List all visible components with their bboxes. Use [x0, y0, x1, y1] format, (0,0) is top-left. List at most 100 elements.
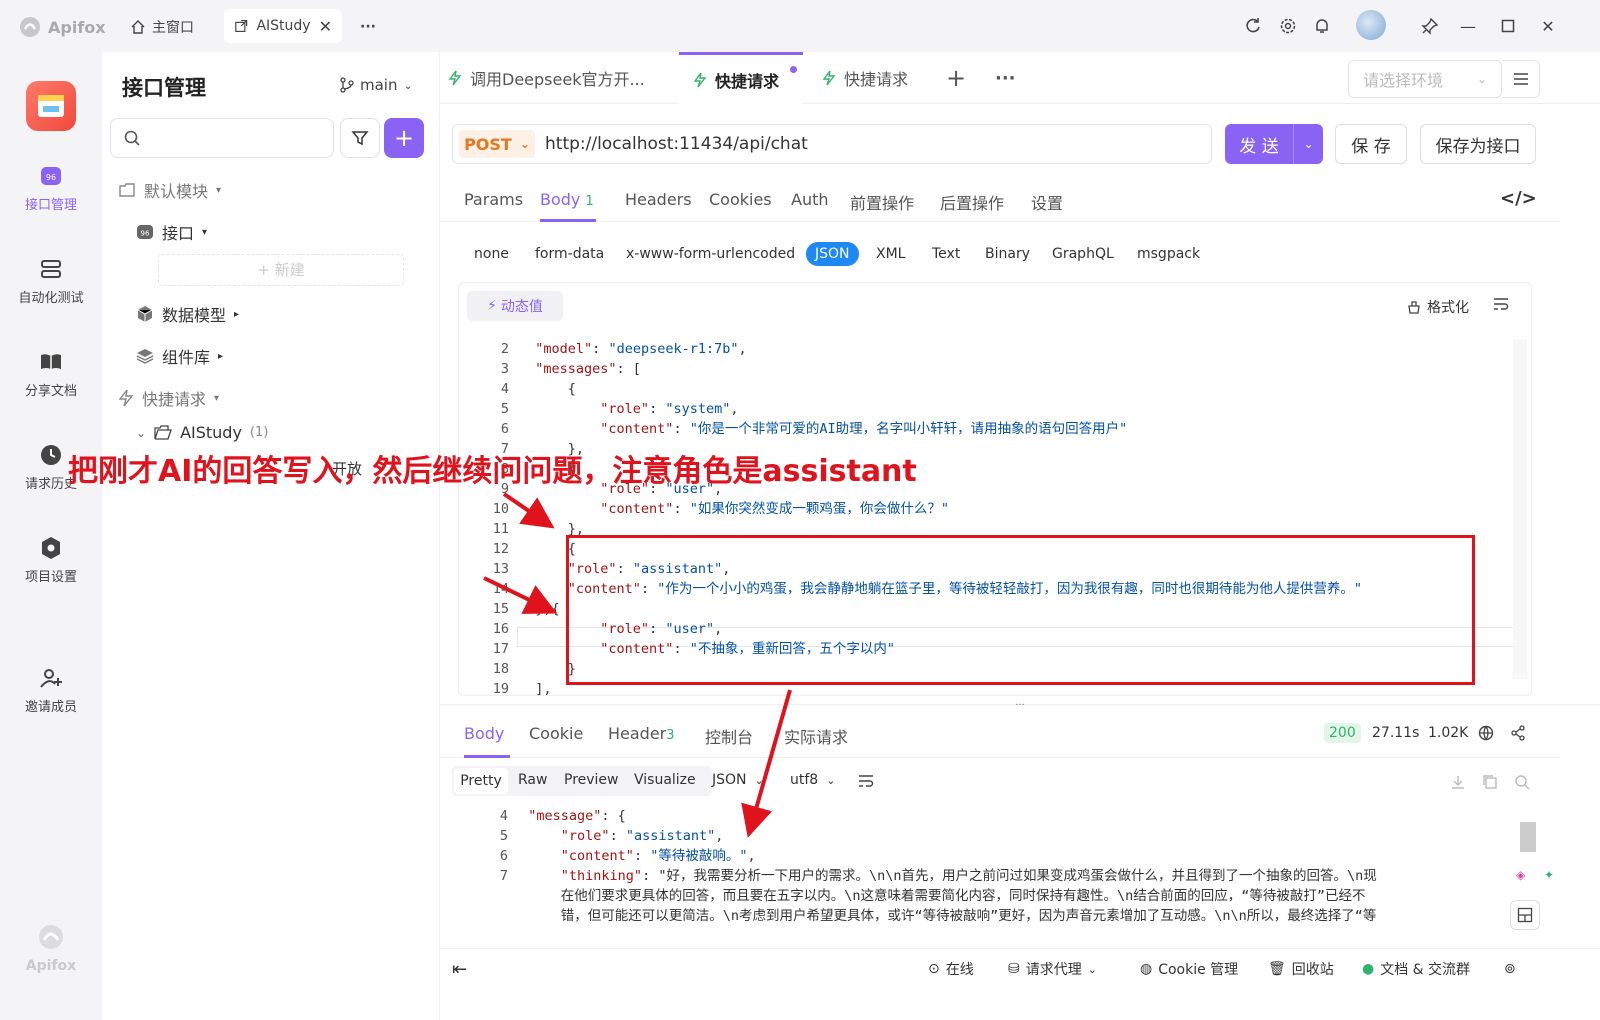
nav-project-settings[interactable]: 项目设置: [0, 536, 102, 585]
tab-deepseek[interactable]: 调用Deepseek官方开...: [448, 52, 645, 104]
maximize-icon[interactable]: [1496, 14, 1520, 38]
environment-select[interactable]: 请选择环境 ⌄: [1348, 60, 1502, 98]
view-raw[interactable]: Raw: [518, 772, 547, 788]
tree-quick-request[interactable]: 快捷请求 ▾: [118, 386, 219, 410]
nav-api-management[interactable]: 96 接口管理: [0, 164, 102, 213]
response-scrollbar[interactable]: [1520, 822, 1536, 852]
send-button[interactable]: 发 送 ⌄: [1225, 124, 1323, 164]
project-tab[interactable]: AIStudy ✕: [224, 9, 342, 43]
code-view-icon[interactable]: </>: [1500, 188, 1537, 209]
main-area: 调用Deepseek官方开... 快捷请求 快捷请求 + ··· 请选择环境 ⌄…: [440, 52, 1600, 1020]
response-tab-actual-request[interactable]: 实际请求: [784, 724, 848, 748]
tab-post-operations[interactable]: 后置操作: [940, 190, 1004, 214]
gear-icon[interactable]: [1276, 14, 1300, 38]
tab-pre-operations[interactable]: 前置操作: [850, 190, 914, 214]
pin-icon[interactable]: [1418, 14, 1442, 38]
body-type-graphql[interactable]: GraphQL: [1052, 246, 1114, 262]
send-dropdown-icon[interactable]: ⌄: [1293, 124, 1323, 164]
body-count-badge: 1: [585, 194, 594, 209]
response-tab-console[interactable]: 控制台: [705, 724, 753, 748]
tree-folder-aistudy[interactable]: ⌄ AIStudy (1): [136, 423, 268, 442]
body-type-text[interactable]: Text: [932, 246, 960, 262]
new-item-button[interactable]: + 新建: [158, 254, 404, 286]
editor-scrollbar[interactable]: [1513, 339, 1527, 679]
share-icon[interactable]: [1510, 725, 1526, 745]
collapse-sidebar-icon[interactable]: ⇤: [452, 949, 467, 989]
panel-splitter[interactable]: ···: [440, 701, 1600, 711]
menu-button[interactable]: [1502, 60, 1540, 98]
body-type-form-data[interactable]: form-data: [535, 246, 604, 262]
online-status[interactable]: ⊙ 在线: [928, 949, 974, 989]
line-text: "thinking": "好，我需要分析一下用户的需求。\n\n首先，用户之前问…: [560, 868, 1377, 884]
dynamic-value-button[interactable]: ⚡ 动态值: [467, 291, 563, 321]
view-pretty[interactable]: Pretty: [454, 768, 508, 794]
add-button[interactable]: +: [384, 118, 424, 158]
response-code[interactable]: 4 "message": { 5 "role": "assistant", 6 …: [458, 806, 1518, 926]
tab-auth[interactable]: Auth: [791, 190, 829, 209]
home-window-tab[interactable]: 主窗口: [130, 12, 194, 42]
body-type-none[interactable]: none: [474, 246, 509, 262]
view-preview[interactable]: Preview: [564, 772, 619, 788]
globe-icon[interactable]: [1478, 725, 1494, 745]
nav-share-docs[interactable]: 分享文档: [0, 350, 102, 399]
tree-components[interactable]: 组件库 ▸: [136, 344, 223, 368]
line-number: 7: [499, 868, 508, 884]
project-icon[interactable]: [26, 81, 76, 131]
refresh-icon[interactable]: [1241, 14, 1265, 38]
method-select[interactable]: POST ⌄: [459, 130, 535, 158]
body-type-binary[interactable]: Binary: [985, 246, 1030, 262]
minimize-icon[interactable]: —: [1456, 14, 1480, 38]
body-type-json[interactable]: JSON: [806, 242, 859, 266]
encoding-select[interactable]: utf8 ⌄: [790, 772, 835, 788]
tab-body-label: Body: [540, 190, 581, 209]
search-icon[interactable]: [1514, 774, 1530, 794]
save-as-api-button[interactable]: 保存为接口: [1420, 124, 1536, 164]
filter-button[interactable]: [340, 118, 380, 158]
wrap-icon[interactable]: [858, 774, 874, 792]
chevron-down-icon: ⌄: [136, 425, 147, 440]
tree-api[interactable]: 96 接口 ▾: [136, 220, 207, 244]
more-tabs-button[interactable]: ···: [360, 12, 376, 42]
url-input[interactable]: http://localhost:11434/api/chat: [545, 134, 808, 154]
body-type-msgpack[interactable]: msgpack: [1137, 246, 1200, 262]
tab-quick-request-active[interactable]: 快捷请求: [679, 52, 803, 104]
copy-icon[interactable]: [1482, 774, 1498, 794]
trash[interactable]: 🗑 回收站: [1268, 949, 1334, 989]
tab-headers[interactable]: Headers: [625, 190, 692, 209]
docs-community[interactable]: ● 文档 & 交流群: [1362, 949, 1470, 989]
format-button[interactable]: 格式化: [1407, 297, 1469, 317]
branch-selector[interactable]: main ⌄: [340, 76, 413, 94]
layout-toggle-icon[interactable]: [1510, 900, 1540, 930]
cookie-management[interactable]: ◍ Cookie 管理: [1140, 949, 1238, 989]
close-tab-icon[interactable]: ✕: [319, 17, 332, 36]
avatar[interactable]: [1356, 10, 1386, 40]
nav-automation-test[interactable]: 自动化测试: [0, 257, 102, 306]
save-button[interactable]: 保 存: [1335, 124, 1407, 164]
wrap-icon[interactable]: [1493, 297, 1509, 315]
devtools-icon[interactable]: ◈: [1516, 868, 1536, 888]
tab-body[interactable]: Body 1: [540, 190, 594, 209]
search-input[interactable]: [110, 118, 334, 158]
tree-data-model[interactable]: 数据模型 ▸: [136, 302, 239, 326]
view-visualize[interactable]: Visualize: [634, 772, 696, 788]
assistant-icon[interactable]: ✦: [1544, 868, 1564, 888]
upload-icon[interactable]: ⊚: [1504, 949, 1516, 989]
tab-settings[interactable]: 设置: [1031, 190, 1063, 214]
request-proxy[interactable]: ⛁ 请求代理 ⌄: [1008, 949, 1097, 989]
more-icon[interactable]: ···: [995, 52, 1016, 104]
close-window-icon[interactable]: ✕: [1536, 14, 1560, 38]
tab-quick-request-2[interactable]: 快捷请求: [822, 52, 908, 104]
tab-params[interactable]: Params: [464, 190, 523, 209]
response-tab-body[interactable]: Body: [464, 724, 504, 743]
new-tab-button[interactable]: +: [946, 52, 966, 104]
response-tab-header[interactable]: Header3: [608, 724, 675, 743]
bell-icon[interactable]: [1310, 14, 1334, 38]
tab-cookies[interactable]: Cookies: [709, 190, 772, 209]
download-icon[interactable]: [1450, 774, 1466, 794]
body-type-urlencoded[interactable]: x-www-form-urlencoded: [626, 246, 795, 262]
response-tab-cookie[interactable]: Cookie: [529, 724, 583, 743]
response-format-select[interactable]: JSON ⌄: [712, 772, 764, 788]
nav-invite-members[interactable]: 邀请成员: [0, 666, 102, 715]
body-type-xml[interactable]: XML: [876, 246, 905, 262]
tree-default-module[interactable]: 默认模块 ▾: [118, 178, 221, 202]
